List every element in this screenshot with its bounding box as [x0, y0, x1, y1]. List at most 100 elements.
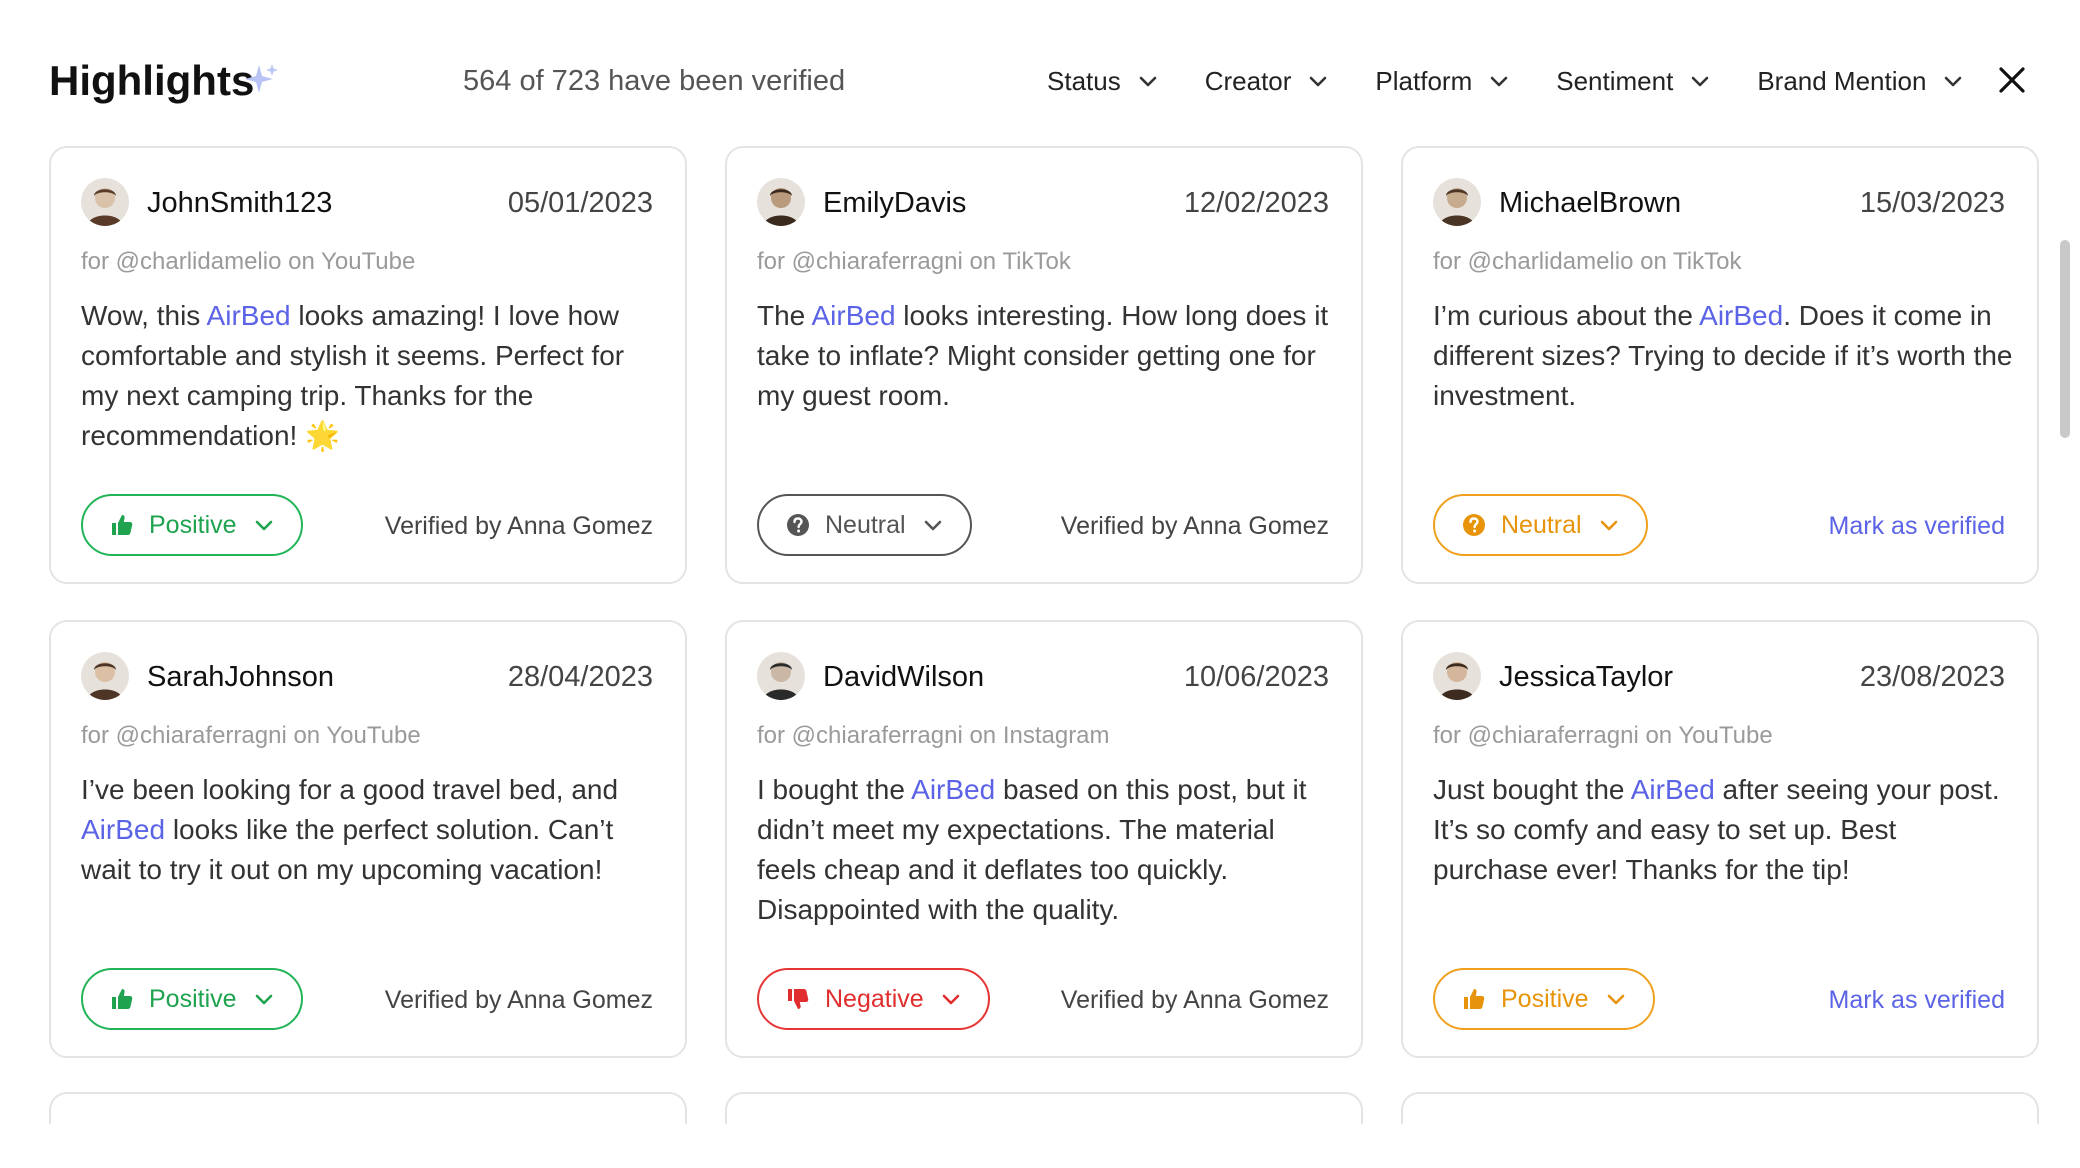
viewport-bottom [0, 1124, 2080, 1168]
comment-text: The AirBed looks interesting. How long d… [757, 296, 1337, 416]
creator-username[interactable]: DavidWilson [823, 658, 984, 696]
filter-platform[interactable]: Platform [1375, 66, 1510, 97]
filter-bar: Status Creator Platform Sentiment Brand … [1047, 62, 2010, 100]
filter-label: Status [1047, 65, 1121, 96]
close-icon[interactable] [1994, 62, 2030, 98]
sentiment-label: Positive [1501, 984, 1589, 1013]
creator-username[interactable]: MichaelBrown [1499, 184, 1681, 222]
highlight-card: EmilyDavis 12/02/2023 for @chiaraferragni … [725, 146, 1363, 584]
thumbs-up-icon [112, 989, 133, 1009]
filter-creator[interactable]: Creator [1205, 66, 1330, 97]
comment-text-before: Just bought the [1433, 774, 1631, 805]
comment-date: 10/06/2023 [1183, 661, 1329, 693]
avatar [757, 652, 805, 700]
chevron-down-icon [1490, 76, 1508, 87]
sentiment-dropdown[interactable]: Neutral [757, 494, 972, 556]
comment-source: for @chiaraferragni on TikTok [757, 248, 1071, 275]
avatar [757, 178, 805, 226]
brand-mention: AirBed [911, 774, 996, 805]
verified-count: 564 of 723 have been verified [463, 65, 846, 97]
sentiment-dropdown[interactable]: Positive [1433, 968, 1655, 1030]
comment-text-before: Wow, this [81, 300, 207, 331]
highlight-card: JohnSmith123 05/01/2023 for @charlidamelio… [49, 146, 687, 584]
header: Highlights 564 of 723 have been verified… [0, 0, 2080, 140]
creator-username[interactable]: JohnSmith123 [147, 184, 332, 222]
comment-text: I bought the AirBed based on this post, … [757, 770, 1337, 930]
comment-date: 05/01/2023 [507, 187, 653, 219]
comment-text: Just bought the AirBed after seeing your… [1433, 770, 2013, 890]
creator-username[interactable]: JessicaTaylor [1499, 658, 1673, 696]
chevron-down-icon [1139, 76, 1157, 87]
comment-text: Wow, this AirBed looks amazing! I love h… [81, 296, 661, 456]
verified-by-label: Verified by Anna Gomez [1060, 986, 1329, 1014]
comment-date: 15/03/2023 [1859, 187, 2005, 219]
comment-source: for @chiaraferragni on Instagram [757, 722, 1110, 749]
avatar [81, 652, 129, 700]
filter-sentiment[interactable]: Sentiment [1556, 66, 1711, 97]
filter-status[interactable]: Status [1047, 66, 1159, 97]
chevron-down-icon [1310, 76, 1327, 87]
filter-label: Creator [1204, 65, 1292, 96]
sentiment-label: Positive [149, 510, 237, 539]
comment-date: 12/02/2023 [1183, 187, 1329, 219]
thumbs-up-icon [1464, 989, 1485, 1009]
comment-date: 28/04/2023 [507, 661, 653, 693]
creator-username[interactable]: SarahJohnson [147, 658, 334, 696]
brand-mention: AirBed [811, 300, 896, 331]
thumbs-up-icon [112, 515, 133, 535]
comment-source: for @charlidamelio on YouTube [81, 248, 416, 275]
brand-mention: AirBed [81, 814, 166, 845]
comment-text-before: The [757, 300, 812, 331]
chevron-down-icon [942, 994, 959, 1005]
verified-by-label: Verified by Anna Gomez [1060, 512, 1329, 540]
comment-text-before: I’m curious about the [1433, 300, 1700, 331]
comment-text-before: I’ve been looking for a good travel bed,… [81, 774, 619, 805]
chevron-down-icon [1692, 76, 1709, 87]
comment-text: I’m curious about the AirBed. Does it co… [1433, 296, 2013, 416]
brand-mention: AirBed [206, 300, 291, 331]
thumbs-down-icon [788, 989, 809, 1009]
avatar [81, 178, 129, 226]
brand-mention: AirBed [1630, 774, 1715, 805]
sentiment-label: Neutral [825, 510, 906, 539]
chevron-down-icon [1600, 520, 1617, 531]
brand-mention: AirBed [1699, 300, 1784, 331]
comment-text: I’ve been looking for a good travel bed,… [81, 770, 661, 890]
sentiment-label: Positive [149, 984, 237, 1013]
avatar [1433, 652, 1481, 700]
chevron-down-icon [1945, 76, 1962, 87]
sentiment-dropdown[interactable]: Neutral [1433, 494, 1648, 556]
highlight-card: SarahJohnson 28/04/2023 for @chiaraferragn… [49, 620, 687, 1058]
comment-source: for @charlidamelio on TikTok [1433, 248, 1742, 275]
sentiment-dropdown[interactable]: Positive [81, 968, 303, 1030]
filter-brand-mention[interactable]: Brand Mention [1757, 66, 1964, 97]
filter-label: Sentiment [1556, 65, 1674, 96]
comment-source: for @chiaraferragni on YouTube [1433, 722, 1773, 749]
sentiment-label: Neutral [1501, 510, 1582, 539]
filter-label: Brand Mention [1757, 65, 1927, 96]
verified-by-label: Verified by Anna Gomez [384, 986, 653, 1014]
chevron-down-icon [1607, 994, 1624, 1005]
sentiment-dropdown[interactable]: Positive [81, 494, 303, 556]
highlight-card: DavidWilson 10/06/2023 for @chiaraferragni… [725, 620, 1363, 1058]
mark-as-verified-link[interactable]: Mark as verified [1829, 984, 2005, 1016]
scrollbar-thumb[interactable] [2060, 240, 2070, 438]
sentiment-label: Negative [825, 984, 924, 1013]
comment-text-before: I bought the [757, 774, 912, 805]
question-circle-icon [787, 514, 809, 536]
highlight-card: MichaelBrown 15/03/2023 for @charlidamelio… [1401, 146, 2039, 584]
comment-source: for @chiaraferragni on YouTube [81, 722, 421, 749]
sparkle-icon [245, 64, 278, 93]
creator-username[interactable]: EmilyDavis [823, 184, 966, 222]
chevron-down-icon [255, 520, 272, 531]
mark-as-verified-link[interactable]: Mark as verified [1829, 510, 2005, 542]
page-title: Highlights [49, 57, 255, 104]
avatar [1433, 178, 1481, 226]
sentiment-dropdown[interactable]: Negative [757, 968, 990, 1030]
question-circle-icon [1463, 514, 1485, 536]
comment-date: 23/08/2023 [1859, 661, 2005, 693]
chevron-down-icon [924, 520, 941, 531]
verified-by-label: Verified by Anna Gomez [384, 512, 653, 540]
filter-label: Platform [1375, 65, 1473, 96]
highlight-card: JessicaTaylor 23/08/2023 for @chiaraferrag… [1401, 620, 2039, 1058]
